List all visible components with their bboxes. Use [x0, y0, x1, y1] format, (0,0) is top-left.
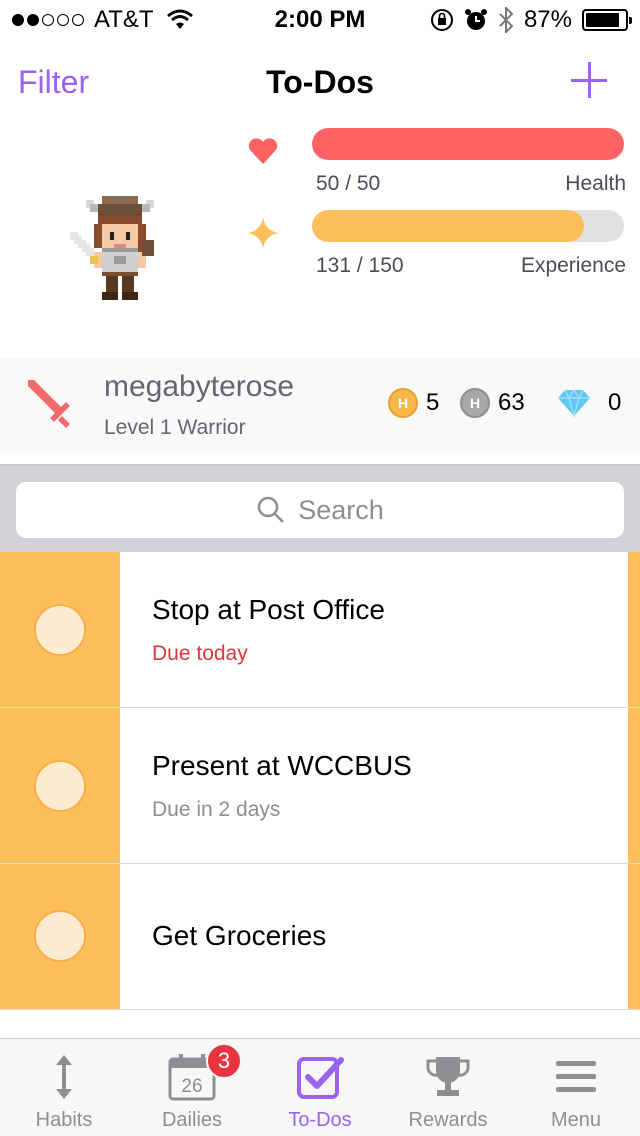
gold-amount: 5 — [426, 389, 440, 416]
divider — [0, 1009, 640, 1010]
todo-right-strip — [628, 708, 640, 863]
todo-checkbox[interactable] — [34, 760, 86, 812]
search-icon — [257, 496, 285, 523]
sword-icon — [28, 380, 70, 428]
health-label: Health — [565, 172, 626, 195]
orientation-lock-icon — [430, 9, 453, 31]
todo-checkbox[interactable] — [34, 910, 86, 962]
todo-due-date: Due today — [152, 642, 248, 665]
page-title: To-Dos — [266, 64, 374, 100]
star-icon — [247, 217, 279, 249]
tab-label: Menu — [550, 1109, 602, 1131]
heart-icon — [248, 138, 278, 164]
tab-label: Rewards — [408, 1109, 488, 1131]
trophy-icon — [426, 1057, 470, 1096]
tab-bar: Habits 26 3 Dailies To-Dos Rewards Menu — [0, 1038, 640, 1136]
silver-amount: 63 — [498, 389, 525, 416]
gold-currency: H 5 — [388, 388, 439, 418]
tab-rewards[interactable]: Rewards — [384, 1039, 512, 1136]
tab-label: Habits — [35, 1109, 93, 1131]
battery-icon — [582, 9, 632, 31]
todo-right-strip — [628, 552, 640, 707]
health-bar — [312, 128, 624, 160]
tab-label: To-Dos — [288, 1109, 352, 1131]
user-level: Level 1 Warrior — [104, 416, 246, 439]
tab-label: Dailies — [161, 1109, 223, 1131]
todo-item[interactable]: Present at WCCBUS Due in 2 days — [0, 708, 640, 863]
gems-amount: 0 — [608, 389, 622, 416]
todo-title: Stop at Post Office — [152, 594, 385, 625]
health-bar-fill — [312, 128, 624, 160]
search-placeholder: Search — [298, 494, 384, 525]
user-info-row: megabyterose Level 1 Warrior H 5 H 63 0 — [0, 358, 640, 452]
todo-title: Present at WCCBUS — [152, 750, 412, 781]
gold-coin-icon: H — [388, 388, 418, 418]
avatar[interactable] — [70, 196, 170, 300]
status-bar: AT&T 2:00 PM 87% — [0, 0, 640, 40]
status-right: 87% — [430, 6, 632, 34]
calendar-day: 26 — [181, 1076, 202, 1097]
checkbox-icon — [297, 1057, 344, 1099]
dailies-badge: 3 — [206, 1043, 242, 1079]
tab-menu[interactable]: Menu — [512, 1039, 640, 1136]
battery-percentage: 87% — [523, 6, 572, 33]
avatar-stats-header: 50 / 50 Health 131 / 150 Experience — [0, 120, 640, 358]
search-input[interactable]: Search — [16, 482, 624, 538]
experience-bar — [312, 210, 624, 242]
experience-value: 131 / 150 — [316, 254, 404, 277]
username: megabyterose — [104, 370, 295, 403]
navigation-bar: Filter To-Dos — [0, 40, 640, 128]
search-area: Search — [0, 464, 640, 552]
bluetooth-icon — [499, 7, 514, 33]
todo-item[interactable]: Get Groceries — [0, 864, 640, 1009]
alarm-icon — [464, 9, 487, 30]
tab-todos[interactable]: To-Dos — [256, 1039, 384, 1136]
tab-habits[interactable]: Habits — [0, 1039, 128, 1136]
gem-icon — [558, 388, 590, 418]
plus-icon[interactable] — [570, 60, 610, 100]
todo-title: Get Groceries — [152, 920, 327, 951]
silver-coin-icon: H — [460, 388, 490, 418]
todo-due-date: Due in 2 days — [152, 798, 281, 821]
todo-item[interactable]: Stop at Post Office Due today — [0, 552, 640, 707]
gems-currency: 0 — [556, 388, 621, 418]
health-value: 50 / 50 — [316, 172, 381, 195]
todo-checkbox[interactable] — [34, 604, 86, 656]
experience-bar-fill — [312, 210, 585, 242]
battery-level — [586, 13, 620, 27]
silver-currency: H 63 — [460, 388, 525, 418]
menu-icon — [556, 1061, 596, 1092]
tab-dailies[interactable]: 26 3 Dailies — [128, 1039, 256, 1136]
todo-right-strip — [628, 864, 640, 1009]
arrows-vertical-icon — [56, 1055, 72, 1099]
experience-label: Experience — [520, 254, 626, 277]
